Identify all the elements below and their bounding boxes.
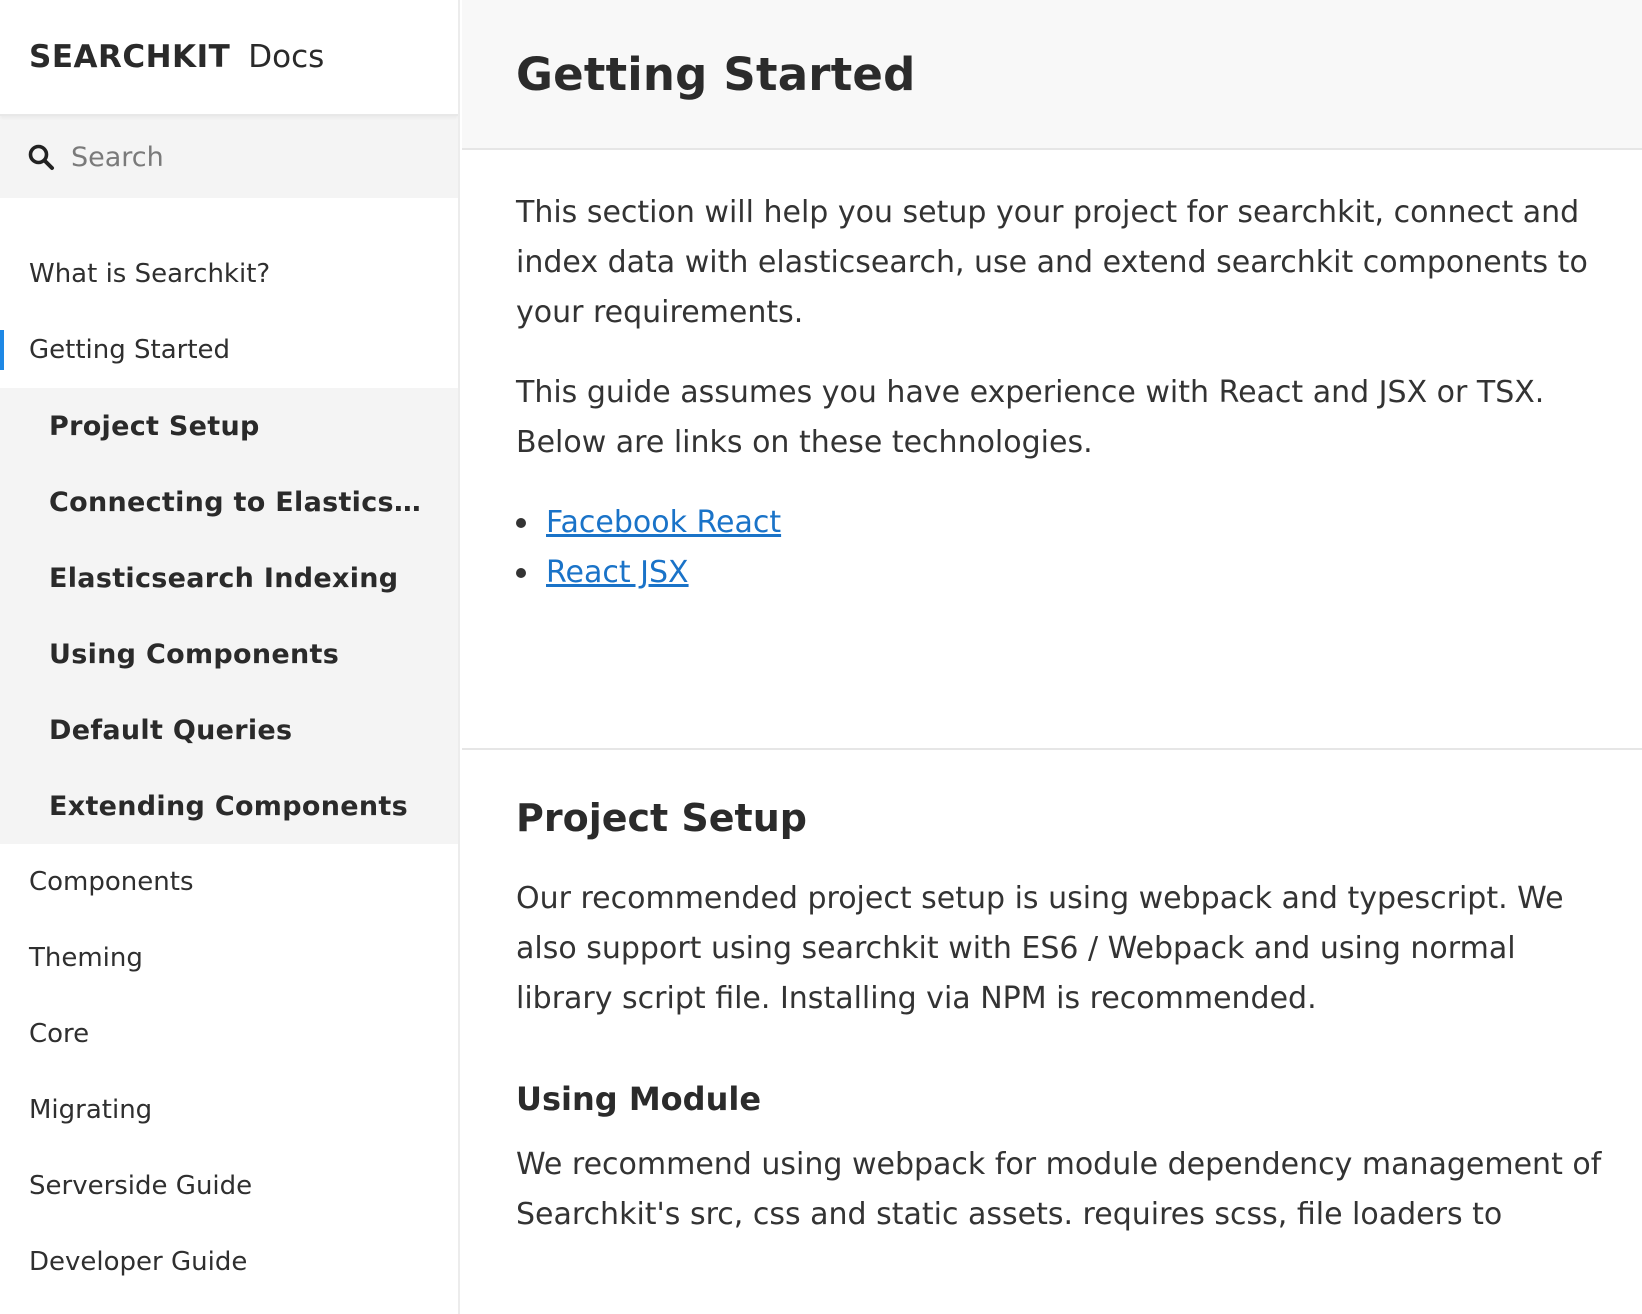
tech-links-list: Facebook React React JSX bbox=[516, 498, 1602, 598]
brand-name[interactable]: SEARCHKIT bbox=[29, 39, 230, 75]
project-setup-section: Project Setup Our recommended project se… bbox=[462, 750, 1642, 1240]
search-bar[interactable] bbox=[0, 116, 458, 198]
sidebar-nav: What is Searchkit? Getting Started Proje… bbox=[0, 236, 458, 1300]
sidebar-item-label: Elasticsearch Indexing bbox=[49, 562, 399, 594]
sidebar-subitem-indexing[interactable]: Elasticsearch Indexing bbox=[0, 540, 458, 616]
sidebar-subitem-using-components[interactable]: Using Components bbox=[0, 616, 458, 692]
assumption-paragraph: This guide assumes you have experience w… bbox=[516, 375, 1545, 460]
main-content: Getting Started This section will help y… bbox=[462, 0, 1642, 1314]
sidebar-item-migrating[interactable]: Migrating bbox=[0, 1072, 458, 1148]
sidebar-item-label: Core bbox=[29, 1019, 90, 1049]
link-facebook-react[interactable]: Facebook React bbox=[546, 498, 781, 548]
sidebar-item-label: Migrating bbox=[29, 1095, 153, 1125]
sidebar-item-label: Theming bbox=[29, 943, 143, 973]
project-setup-paragraph: Our recommended project setup is using w… bbox=[516, 881, 1564, 1016]
sidebar-item-label: Extending Components bbox=[49, 790, 408, 822]
sidebar-item-what-is-searchkit[interactable]: What is Searchkit? bbox=[0, 236, 458, 312]
sidebar-item-theming[interactable]: Theming bbox=[0, 920, 458, 996]
brand-header[interactable]: SEARCHKIT Docs bbox=[0, 0, 458, 116]
intro-paragraph: This section will help you setup your pr… bbox=[516, 195, 1588, 330]
sidebar-item-components[interactable]: Components bbox=[0, 844, 458, 920]
sidebar-item-label: Connecting to Elasticsearch bbox=[49, 486, 421, 518]
section-heading: Project Setup bbox=[516, 796, 807, 840]
sidebar-item-developer-guide[interactable]: Developer Guide bbox=[0, 1224, 458, 1300]
sidebar-item-label: Default Queries bbox=[49, 714, 293, 746]
list-item: Facebook React bbox=[516, 498, 1602, 548]
sidebar-item-core[interactable]: Core bbox=[0, 996, 458, 1072]
intro-section: This section will help you setup your pr… bbox=[462, 150, 1642, 750]
subsection-heading: Using Module bbox=[516, 1080, 762, 1118]
sidebar-item-label: Components bbox=[29, 867, 194, 897]
sidebar-subitem-extending-components[interactable]: Extending Components bbox=[0, 768, 458, 844]
sidebar-item-label: Project Setup bbox=[49, 410, 260, 442]
sidebar-item-label: Getting Started bbox=[29, 335, 231, 365]
search-input[interactable] bbox=[71, 141, 411, 173]
sidebar-item-serverside-guide[interactable]: Serverside Guide bbox=[0, 1148, 458, 1224]
sidebar-item-label: What is Searchkit? bbox=[29, 259, 271, 289]
using-module-paragraph: We recommend using webpack for module de… bbox=[516, 1147, 1602, 1232]
sidebar-subitem-connecting[interactable]: Connecting to Elasticsearch bbox=[0, 464, 458, 540]
page-title: Getting Started bbox=[516, 47, 916, 101]
bullet-icon bbox=[516, 518, 526, 528]
page-header: Getting Started bbox=[462, 0, 1642, 150]
bullet-icon bbox=[516, 568, 526, 578]
sidebar-subitem-project-setup[interactable]: Project Setup bbox=[0, 388, 458, 464]
sidebar-item-label: Developer Guide bbox=[29, 1247, 248, 1277]
sidebar-item-label: Serverside Guide bbox=[29, 1171, 253, 1201]
sidebar: SEARCHKIT Docs What is Searchkit? Gettin… bbox=[0, 0, 460, 1314]
search-icon bbox=[28, 144, 54, 170]
sidebar-item-label: Using Components bbox=[49, 638, 340, 670]
link-react-jsx[interactable]: React JSX bbox=[546, 548, 689, 598]
list-item: React JSX bbox=[516, 548, 1602, 598]
sidebar-subitem-default-queries[interactable]: Default Queries bbox=[0, 692, 458, 768]
brand-suffix[interactable]: Docs bbox=[248, 39, 324, 75]
sidebar-item-getting-started[interactable]: Getting Started bbox=[0, 312, 458, 388]
sidebar-subnav: Project Setup Connecting to Elasticsearc… bbox=[0, 388, 458, 844]
